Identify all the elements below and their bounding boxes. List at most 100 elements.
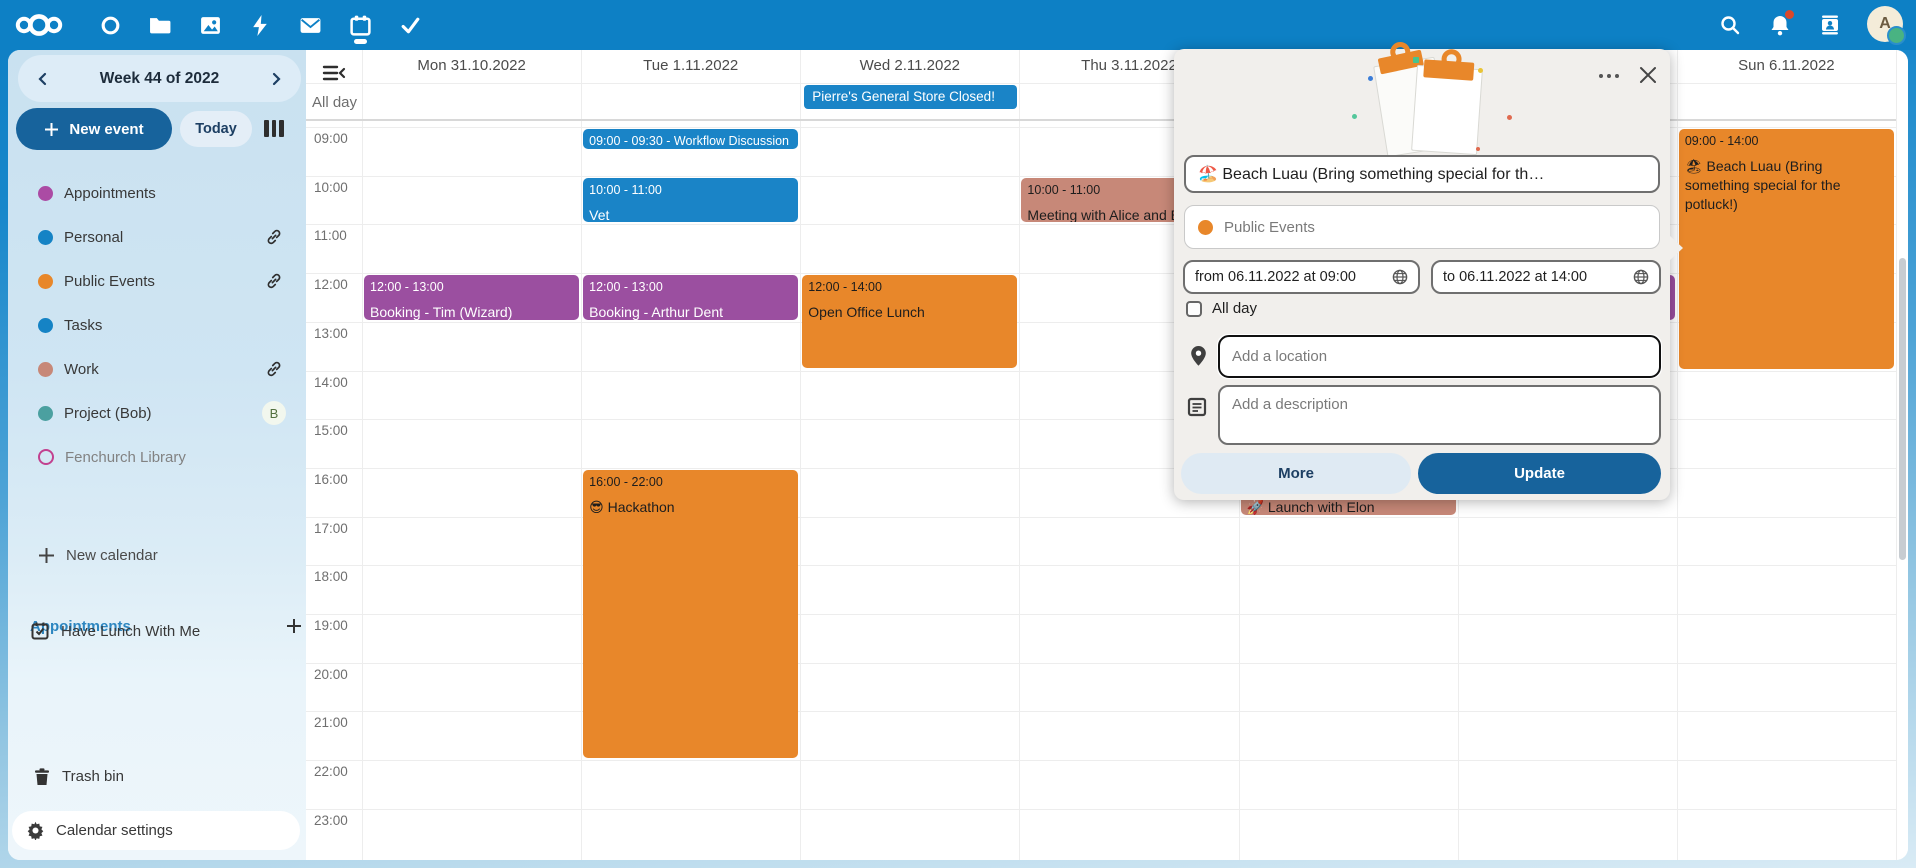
hour-line [306, 711, 1896, 712]
confetti-dot [1413, 57, 1419, 63]
share-link-icon [265, 228, 283, 246]
activity-icon[interactable] [246, 11, 274, 39]
calendar-color-dot [38, 186, 53, 201]
calendar-list-item[interactable]: Project (Bob) B [8, 391, 306, 435]
share-link-icon[interactable] [261, 224, 287, 250]
calendar-event[interactable]: 12:00 - 14:00Open Office Lunch [802, 275, 1017, 368]
day-header: Mon 31.10.2022 [362, 57, 581, 74]
all-day-checkbox[interactable] [1186, 301, 1202, 317]
shared-by-avatar: B [262, 401, 286, 425]
event-time: 09:00 - 09:30 - Workflow Discussion [589, 134, 792, 148]
event-title: Booking - Tim (Wizard) [370, 303, 573, 320]
description-input[interactable] [1218, 385, 1661, 445]
share-link-icon[interactable] [261, 356, 287, 382]
confetti-dot [1507, 115, 1512, 120]
calendar-color-dot [38, 449, 54, 465]
column-divider [581, 50, 582, 860]
confetti-dot [1352, 114, 1357, 119]
week-view-grid-icon[interactable] [264, 120, 288, 138]
calendar-event[interactable]: 12:00 - 13:00 Booking - Tim (Wizard) [364, 275, 579, 320]
mail-icon[interactable] [296, 11, 324, 39]
close-icon[interactable] [1632, 59, 1664, 91]
contacts-icon[interactable] [1814, 9, 1846, 41]
time-label: 13:00 [314, 326, 348, 341]
tasks-icon[interactable] [396, 11, 424, 39]
calendar-event[interactable]: 16:00 - 22:00😎 Hackathon [583, 470, 798, 758]
vertical-scrollbar[interactable] [1899, 258, 1906, 560]
more-button[interactable]: More [1181, 453, 1411, 494]
event-time: 09:00 - 14:00 [1685, 134, 1888, 148]
calendar-select[interactable]: Public Events [1184, 205, 1660, 249]
notifications-bell-icon[interactable] [1764, 9, 1796, 41]
calendar-settings-button[interactable]: Calendar settings [12, 811, 300, 850]
column-divider [800, 50, 801, 860]
calendar-list-item[interactable]: Fenchurch Library [8, 435, 306, 479]
previous-week-chevron-icon[interactable] [28, 64, 58, 94]
calendar-name: Public Events [64, 273, 155, 290]
hour-line [306, 809, 1896, 810]
calendar-list-item[interactable]: Personal [8, 215, 306, 259]
calendar-select-value: Public Events [1224, 219, 1315, 236]
calendar-sidebar: Week 44 of 2022 New event Today Appointm… [8, 50, 306, 860]
search-icon[interactable] [1714, 9, 1746, 41]
event-end-field[interactable]: to 06.11.2022 at 14:00 [1431, 260, 1661, 294]
calendar-list-item[interactable]: Work [8, 347, 306, 391]
toggle-sidebar-icon[interactable] [322, 64, 348, 84]
event-title: 😎 Hackathon [589, 498, 792, 517]
event-time: 12:00 - 13:00 [370, 280, 573, 294]
hour-line [306, 517, 1896, 518]
nextcloud-logo[interactable] [14, 9, 64, 41]
trash-bin-item[interactable]: Trash bin [8, 756, 306, 796]
popup-more-actions-icon[interactable] [1592, 61, 1626, 91]
next-week-chevron-icon[interactable] [261, 64, 291, 94]
confetti-dot [1476, 147, 1480, 151]
location-input[interactable] [1218, 335, 1661, 378]
calendar-color-dot [1198, 220, 1213, 235]
files-icon[interactable] [146, 11, 174, 39]
calendar-event[interactable]: 09:00 - 09:30 - Workflow Discussion [583, 129, 798, 149]
calendar-name: Personal [64, 229, 123, 246]
event-title-input[interactable] [1184, 155, 1660, 193]
event-start-field[interactable]: from 06.11.2022 at 09:00 [1183, 260, 1420, 294]
dashboard-icon[interactable] [96, 11, 124, 39]
calendar-icon[interactable] [346, 11, 374, 39]
calendar-list-item[interactable]: Appointments [8, 171, 306, 215]
event-time: 10:00 - 11:00 [589, 183, 792, 197]
time-label: 19:00 [314, 618, 348, 633]
user-avatar[interactable]: A [1867, 6, 1903, 42]
today-button[interactable]: Today [180, 111, 252, 147]
time-label: 22:00 [314, 764, 348, 779]
appointment-item[interactable]: Have Lunch With Me [8, 611, 306, 651]
all-day-label: All day [312, 94, 357, 111]
calendar-list-item[interactable]: Public Events [8, 259, 306, 303]
new-event-button[interactable]: New event [16, 108, 172, 150]
calendar-list-item[interactable]: Tasks [8, 303, 306, 347]
calendar-name: Appointments [64, 185, 156, 202]
timezone-globe-icon [1392, 269, 1408, 285]
time-label: 17:00 [314, 521, 348, 536]
confetti-dot [1478, 68, 1483, 73]
time-label: 09:00 [314, 131, 348, 146]
share-link-icon [265, 272, 283, 290]
calendar-name: Work [64, 361, 99, 378]
event-editor-popup: Public Events from 06.11.2022 at 09:00 t… [1174, 49, 1670, 500]
event-title: 🚀 Launch with Elon [1247, 498, 1450, 515]
calendar-event[interactable]: 12:00 - 13:00Booking - Arthur Dent [583, 275, 798, 320]
share-link-icon[interactable] [261, 268, 287, 294]
all-day-event[interactable]: Pierre's General Store Closed! [804, 85, 1017, 109]
new-calendar-button[interactable]: New calendar [8, 535, 306, 575]
calendar-event[interactable]: 10:00 - 11:00Vet [583, 178, 798, 223]
share-link-icon [265, 360, 283, 378]
calendar-name: Tasks [64, 317, 102, 334]
calendar-color-dot [38, 406, 53, 421]
week-navigation: Week 44 of 2022 [18, 55, 301, 102]
calendar-check-icon [30, 621, 50, 641]
update-button[interactable]: Update [1418, 453, 1661, 494]
hour-line [306, 663, 1896, 664]
calendar-name: Project (Bob) [64, 405, 152, 422]
week-label[interactable]: Week 44 of 2022 [100, 70, 219, 88]
all-day-checkbox-label[interactable]: All day [1212, 300, 1257, 317]
photos-icon[interactable] [196, 11, 224, 39]
day-header: Tue 1.11.2022 [581, 57, 800, 74]
calendar-event[interactable]: 09:00 - 14:00🏖 Beach Luau (Bring somethi… [1679, 129, 1894, 369]
